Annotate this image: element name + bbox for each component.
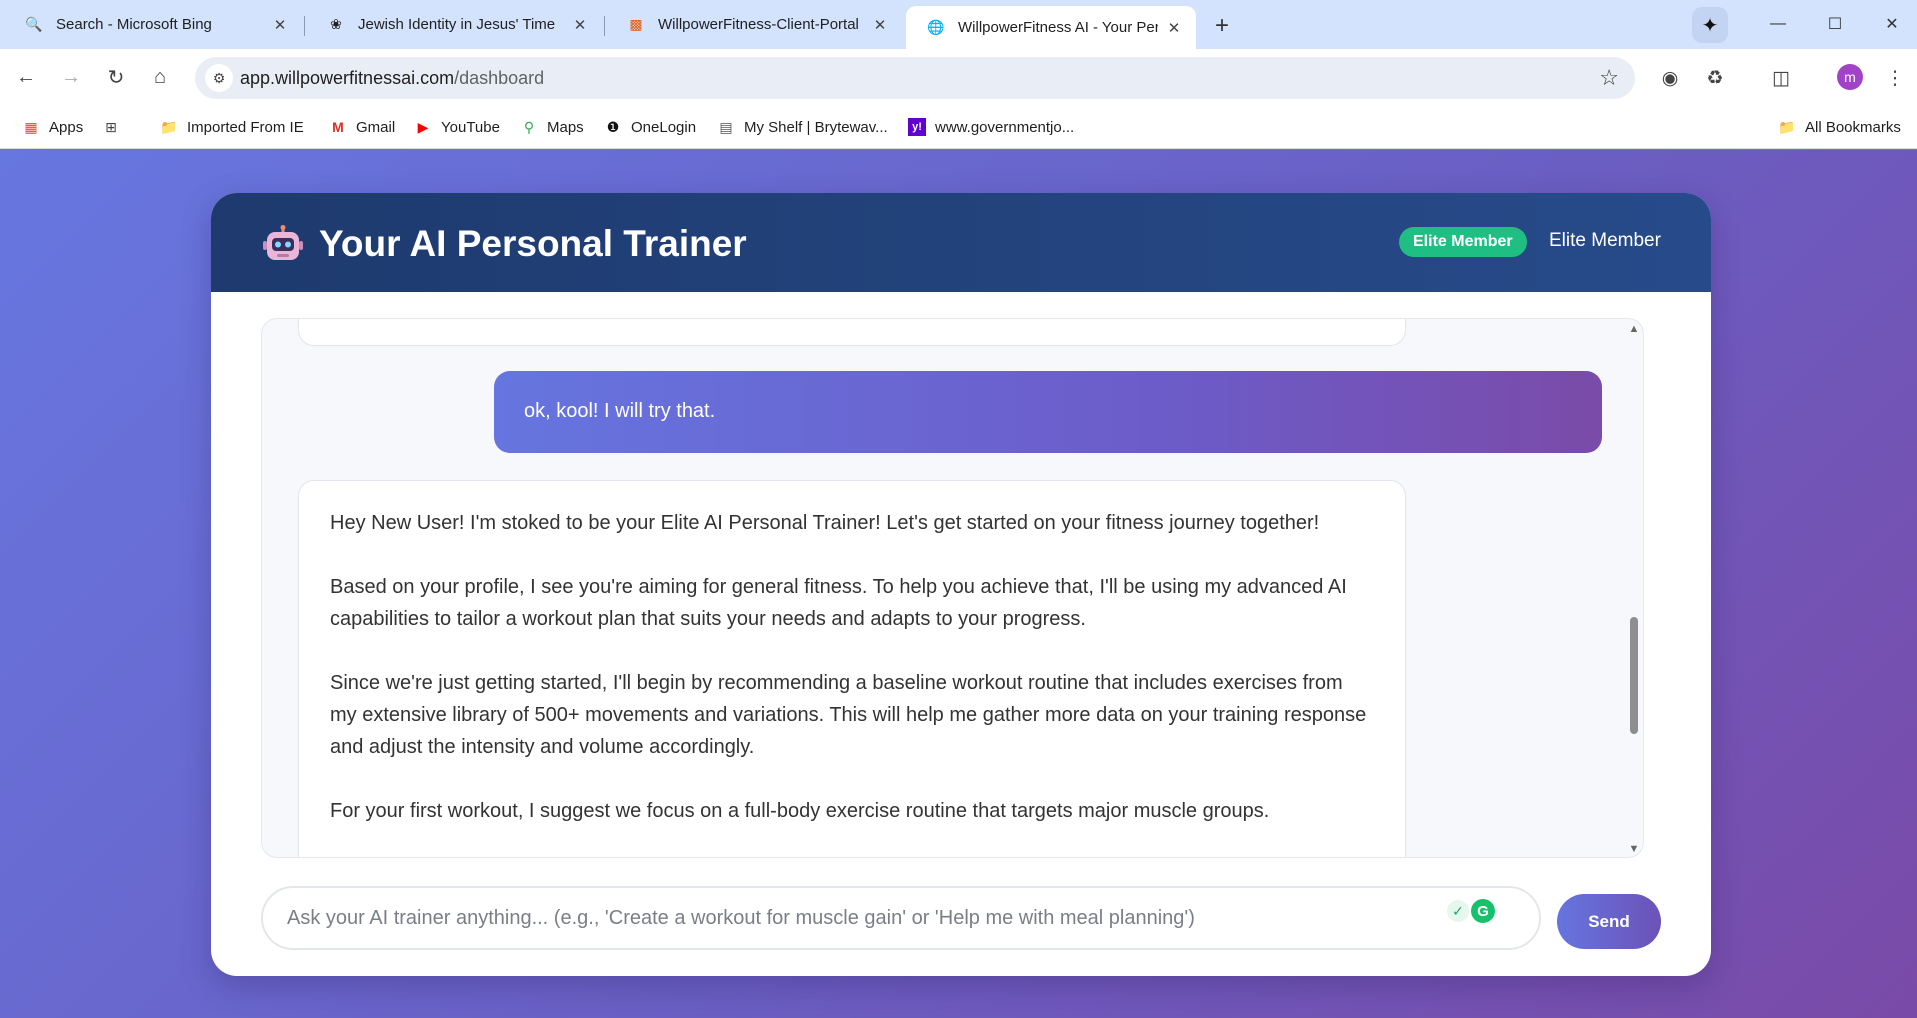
bookmark-imported-from-ie[interactable]: 📁 Imported From IE xyxy=(160,116,304,138)
user-message: ok, kool! I will try that. xyxy=(494,371,1602,453)
forward-icon[interactable]: → xyxy=(55,61,87,93)
folder-icon: 📁 xyxy=(160,118,178,135)
robot-icon xyxy=(263,225,303,260)
back-icon[interactable]: ← xyxy=(10,61,42,93)
ai-message: Hey New User! I'm stoked to be your Elit… xyxy=(298,480,1406,857)
tab-label: Jewish Identity in Jesus' Time xyxy=(358,16,556,33)
bookmark-all-bookmarks[interactable]: 📁 All Bookmarks xyxy=(1778,116,1901,138)
tab-label: WillpowerFitness-Client-Portal xyxy=(658,16,859,33)
globe-icon: 🌐 xyxy=(927,19,945,35)
extensions-icon[interactable]: ♻ xyxy=(1700,63,1730,93)
folder-icon: 📁 xyxy=(1778,118,1796,135)
window-close-icon[interactable]: ✕ xyxy=(1872,9,1912,39)
extension-l-icon[interactable]: ◉ xyxy=(1655,63,1685,93)
bookmark-label: Gmail xyxy=(356,118,396,136)
bookmark-maps[interactable]: ⚲ Maps xyxy=(520,116,584,138)
onelogin-icon: ❶ xyxy=(606,118,620,135)
close-icon[interactable]: ✕ xyxy=(870,15,890,35)
tab-bing[interactable]: 🔍 Search - Microsoft Bing ✕ xyxy=(4,6,302,43)
page-title: Your AI Personal Trainer xyxy=(319,223,747,264)
bookmark-label: YouTube xyxy=(441,118,500,136)
bookmark-star-icon[interactable]: ☆ xyxy=(1599,65,1619,91)
bookmark-onelogin[interactable]: ❶ OneLogin xyxy=(604,116,696,138)
grammarly-suggestion-icon[interactable]: ✓ xyxy=(1447,900,1469,922)
reload-icon[interactable]: ↻ xyxy=(100,61,132,93)
send-button[interactable]: Send xyxy=(1557,894,1661,949)
tab-divider xyxy=(604,16,605,36)
gemini-icon[interactable]: ✦ xyxy=(1692,7,1728,43)
scroll-thumb[interactable] xyxy=(1630,617,1638,734)
tab-label: WillpowerFitness AI - Your Perso xyxy=(958,19,1158,36)
chatgpt-icon: ❀ xyxy=(330,16,342,32)
menu-kebab-icon[interactable]: ⋮ xyxy=(1880,63,1910,93)
scroll-up-icon[interactable]: ▲ xyxy=(1628,323,1640,335)
app-icon: ▩ xyxy=(629,16,643,32)
tab-willpower-ai[interactable]: 🌐 WillpowerFitness AI - Your Perso ✕ xyxy=(906,6,1196,49)
maps-icon: ⚲ xyxy=(523,118,535,135)
tab-strip: 🔍 Search - Microsoft Bing ✕ ❀ Jewish Ide… xyxy=(0,0,1917,49)
browser-toolbar: ← → ↻ ⌂ ⚙ app.willpowerfitnessai.com/das… xyxy=(0,49,1917,106)
bookmark-my-shelf[interactable]: ▤ My Shelf | Brytewav... xyxy=(717,116,888,138)
profile-avatar[interactable]: m xyxy=(1837,64,1863,90)
address-bar[interactable]: ⚙ app.willpowerfitnessai.com/dashboard ☆ xyxy=(195,57,1635,99)
close-icon[interactable]: ✕ xyxy=(1164,18,1184,38)
tab-search-icon[interactable]: ◫ xyxy=(1766,63,1796,93)
tab-groups-icon: ⊞ xyxy=(105,118,117,135)
home-icon[interactable]: ⌂ xyxy=(144,61,176,93)
bookmark-label: www.governmentjo... xyxy=(935,118,1075,136)
url-domain: app.willpowerfitnessai.com xyxy=(240,68,455,88)
ai-message-paragraph: Hey New User! I'm stoked to be your Elit… xyxy=(330,512,1320,534)
bookmark-label: OneLogin xyxy=(631,118,697,136)
grammarly-icon[interactable]: G xyxy=(1471,899,1495,923)
bookmark-label: Imported From IE xyxy=(187,118,304,136)
bookmark-governmentjobs[interactable]: y! www.governmentjo... xyxy=(908,116,1074,138)
tab-divider xyxy=(304,16,305,36)
ai-message-paragraph: Based on your profile, I see you're aimi… xyxy=(330,576,1347,630)
chat-input[interactable] xyxy=(287,898,1437,938)
tab-chatgpt[interactable]: ❀ Jewish Identity in Jesus' Time ✕ xyxy=(306,6,602,43)
chat-history[interactable]: ok, kool! I will try that. Hey New User!… xyxy=(261,318,1644,858)
tab-client-portal[interactable]: ▩ WillpowerFitness-Client-Portal ✕ xyxy=(606,6,902,43)
page-background: Your AI Personal Trainer Elite Member El… xyxy=(0,150,1917,1018)
bookmark-label: All Bookmarks xyxy=(1805,118,1901,136)
minimize-icon[interactable]: — xyxy=(1758,9,1798,39)
bookmark-gmail[interactable]: M Gmail xyxy=(329,116,395,138)
tab-label: Search - Microsoft Bing xyxy=(56,16,212,33)
bookmark-label: Maps xyxy=(547,118,584,136)
ai-message-paragraph: For your first workout, I suggest we foc… xyxy=(330,800,1270,822)
scroll-down-icon[interactable]: ▼ xyxy=(1628,843,1640,855)
url-path: /dashboard xyxy=(454,68,545,88)
trainer-card: Your AI Personal Trainer Elite Member El… xyxy=(211,193,1711,976)
gmail-icon: M xyxy=(332,119,344,135)
site-info-icon[interactable]: ⚙ xyxy=(205,64,233,92)
ai-message-paragraph: Since we're just getting started, I'll b… xyxy=(330,672,1367,758)
apps-grid-icon: ▦ xyxy=(24,118,38,135)
youtube-icon: ▶ xyxy=(417,118,429,135)
yahoo-icon: y! xyxy=(908,118,926,136)
status-badge: Elite Member xyxy=(1399,227,1527,257)
new-tab-button[interactable]: + xyxy=(1208,12,1236,40)
bookmark-label: Apps xyxy=(49,118,84,136)
bookmark-youtube[interactable]: ▶ YouTube xyxy=(414,116,500,138)
url-text[interactable]: app.willpowerfitnessai.com/dashboard xyxy=(240,68,544,89)
chat-scrollbar[interactable]: ▲ ▼ xyxy=(1625,319,1643,857)
close-icon[interactable]: ✕ xyxy=(570,15,590,35)
previous-ai-message xyxy=(298,319,1406,346)
search-icon: 🔍 xyxy=(25,16,43,32)
bookmark-apps[interactable]: ▦ Apps xyxy=(22,116,83,138)
message-composer: ✓ G xyxy=(261,886,1541,950)
maximize-icon[interactable]: ☐ xyxy=(1815,9,1855,39)
close-icon[interactable]: ✕ xyxy=(270,15,290,35)
card-header: Your AI Personal Trainer Elite Member El… xyxy=(211,193,1711,292)
membership-label: Elite Member xyxy=(1549,230,1661,251)
bookmark-label: My Shelf | Brytewav... xyxy=(744,118,888,136)
document-icon: ▤ xyxy=(719,118,733,135)
bookmarks-bar: ▦ Apps ⊞ 📁 Imported From IE M Gmail ▶ Yo… xyxy=(0,106,1917,241)
bookmark-tab-groups[interactable]: ⊞ xyxy=(102,116,129,138)
